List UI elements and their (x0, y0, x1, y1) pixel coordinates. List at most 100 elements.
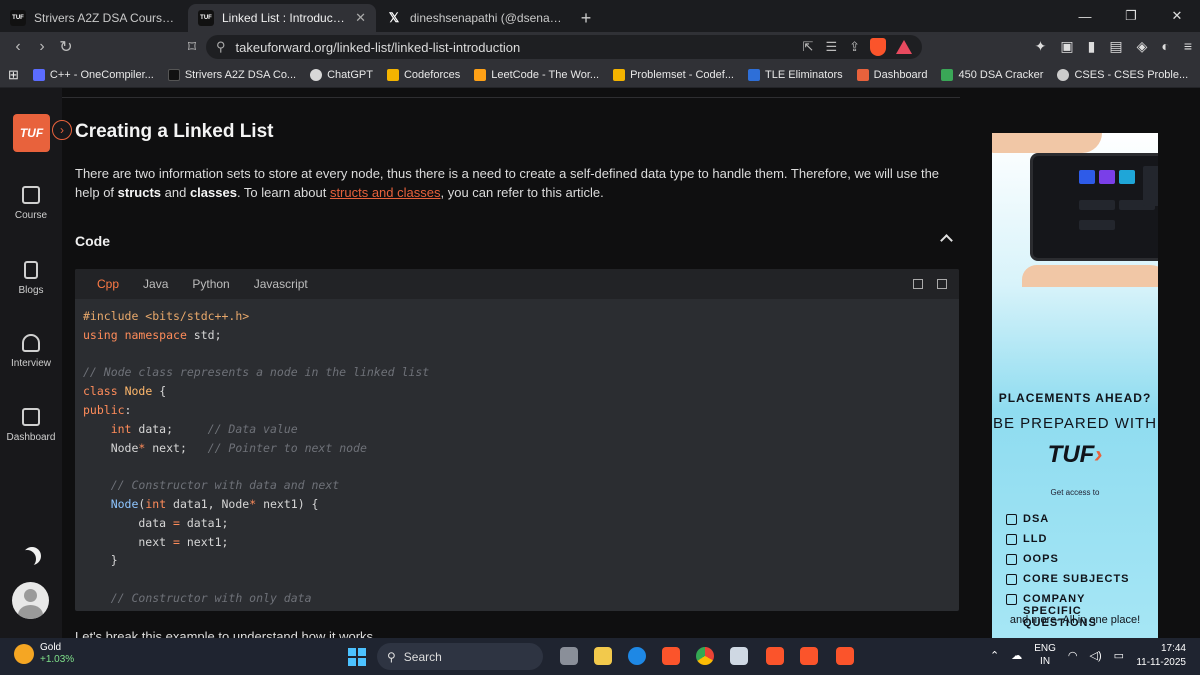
reader-mode-icon[interactable]: ☰ (825, 39, 837, 55)
forward-icon[interactable]: › (30, 38, 54, 56)
sidebar-item-course[interactable]: Course (0, 186, 62, 221)
vpn-icon[interactable]: ◈ (1137, 38, 1148, 55)
search-icon: ⚲ (387, 649, 396, 664)
bookmark-codeforces[interactable]: Codeforces (386, 68, 460, 81)
tab-javascript[interactable]: Javascript (242, 269, 320, 299)
theme-toggle-icon[interactable] (18, 550, 36, 568)
sidebar-item-interview[interactable]: Interview (0, 334, 62, 369)
reload-icon[interactable]: ↻ (54, 37, 78, 57)
bookmark-dashboard[interactable]: Dashboard (856, 68, 927, 81)
ad-subhead: BE PREPARED WITH (992, 415, 1158, 432)
taskbar-search[interactable]: ⚲ Search (377, 643, 543, 670)
apps-grid-icon[interactable]: ⊞ (8, 67, 19, 83)
share-icon[interactable]: ⇪ (849, 39, 860, 55)
minimize-icon[interactable]: — (1062, 9, 1108, 24)
tab-java[interactable]: Java (131, 269, 180, 299)
interview-icon (22, 334, 40, 352)
tab-strip: TUF Strivers A2Z DSA Course/Sheet - Cra … (0, 0, 1200, 32)
onedrive-icon[interactable]: ☁ (1011, 649, 1022, 662)
tab-x-profile[interactable]: 𝕏 dineshsenapathi (@dsenapathi4) / X (376, 4, 572, 32)
close-tab-icon[interactable]: ✕ (355, 10, 366, 26)
sidebar-item-dashboard[interactable]: Dashboard (0, 408, 62, 443)
x-logo-icon: 𝕏 (388, 10, 400, 25)
close-window-icon[interactable]: ✕ (1154, 8, 1200, 24)
tuf-ad-banner[interactable]: PLACEMENTS AHEAD? BE PREPARED WITH TUF› … (992, 133, 1158, 638)
copy-icon[interactable] (913, 279, 923, 289)
tab-cpp[interactable]: Cpp (85, 269, 131, 299)
hand-image (1022, 265, 1158, 287)
tray-overflow-icon[interactable]: ⌃ (990, 649, 999, 662)
edge-icon[interactable] (628, 647, 646, 665)
task-view-icon[interactable] (560, 647, 578, 665)
brave-profile-icon[interactable] (836, 647, 854, 665)
screenshot-icon[interactable]: ▣ (1060, 38, 1073, 55)
bookmark-page-icon[interactable]: ⌑ (180, 37, 204, 57)
language-tabs: Cpp Java Python Javascript (75, 269, 959, 299)
new-tab-button[interactable]: + (572, 4, 600, 32)
extensions-icon[interactable]: ✦ (1035, 38, 1047, 55)
page: TUF Course Blogs Interview Dashboard › C… (0, 88, 1200, 638)
site-info-icon[interactable]: ⚲ (216, 39, 226, 55)
avatar[interactable] (12, 582, 49, 619)
windows-taskbar: Gold +1.03% ⚲ Search ⌃ ☁ ENG IN ◠ ◁) ▭ 17:… (0, 638, 1200, 675)
bookmark-strivers[interactable]: Strivers A2Z DSA Co... (167, 68, 296, 81)
site-sidebar: TUF Course Blogs Interview Dashboard (0, 88, 62, 638)
ad-headline: PLACEMENTS AHEAD? (998, 391, 1152, 405)
volume-icon[interactable]: ◁) (1090, 649, 1102, 662)
wallet-icon[interactable]: ▤ (1109, 38, 1122, 55)
brave-profile-icon[interactable] (766, 647, 784, 665)
sidebar-item-blogs[interactable]: Blogs (0, 261, 62, 296)
sidebar-toggle-icon[interactable]: ▮ (1088, 38, 1096, 55)
bookmark-cses[interactable]: CSES - CSES Proble... (1057, 68, 1188, 81)
brave-shields-icon[interactable] (870, 38, 886, 56)
wifi-icon[interactable]: ◠ (1068, 649, 1078, 662)
tab-strivers[interactable]: TUF Strivers A2Z DSA Course/Sheet - Cra (0, 4, 188, 32)
code-line: int data; // Data value (110, 421, 298, 436)
address-toolbar: ‹ › ↻ ⌑ ⚲ takeuforward.org/linked-list/l… (0, 32, 1200, 62)
leo-ai-icon[interactable]: ◐ (1161, 38, 1169, 55)
input-language[interactable]: ENG IN (1034, 642, 1056, 668)
bookmark-leetcode[interactable]: LeetCode - The Wor... (474, 68, 599, 81)
bookmark-tle[interactable]: TLE Eliminators (748, 68, 843, 81)
brave-profile-icon[interactable] (800, 647, 818, 665)
checkbox-icon (1006, 514, 1017, 525)
expand-icon[interactable] (937, 279, 947, 289)
code-line: next = next1; (83, 534, 229, 549)
restore-icon[interactable]: ❐ (1108, 8, 1154, 24)
tab-python[interactable]: Python (180, 269, 241, 299)
address-bar[interactable]: ⚲ takeuforward.org/linked-list/linked-li… (206, 35, 922, 59)
ad-brand-logo: TUF› (1047, 441, 1103, 468)
widgets-button[interactable]: Gold +1.03% (14, 642, 74, 666)
divider (62, 97, 960, 98)
battery-icon[interactable]: ▭ (1114, 649, 1124, 662)
tuf-favicon-icon: TUF (198, 10, 214, 26)
open-external-icon[interactable]: ⇱ (803, 39, 814, 55)
back-icon[interactable]: ‹ (6, 38, 30, 56)
menu-icon[interactable]: ≡ (1184, 38, 1192, 55)
tuf-logo[interactable]: TUF (13, 114, 50, 152)
bookmark-onecompiler[interactable]: C++ - OneCompiler... (32, 68, 154, 81)
code-line: public: (83, 402, 132, 417)
code-block: Cpp Java Python Javascript #include <bit… (75, 269, 959, 611)
keyboard-icon[interactable] (730, 647, 748, 665)
chrome-icon[interactable] (696, 647, 714, 665)
chevron-up-icon[interactable] (940, 234, 953, 247)
brave-icon[interactable] (662, 647, 680, 665)
brave-rewards-icon[interactable] (896, 40, 912, 54)
clock[interactable]: 17:44 11-11-2025 (1136, 642, 1186, 670)
code-line: // Constructor with only data (110, 590, 312, 605)
tab-linked-list[interactable]: TUF Linked List : Introduction - Tutori … (188, 4, 376, 32)
code-line: class Node { (83, 384, 167, 399)
tablet-image (1030, 153, 1158, 261)
bookmark-450[interactable]: 450 DSA Cracker (941, 68, 1043, 81)
hand-image (992, 133, 1102, 153)
file-explorer-icon[interactable] (594, 647, 612, 665)
url-text[interactable]: takeuforward.org/linked-list/linked-list… (236, 40, 793, 55)
bookmark-problemset[interactable]: Problemset - Codef... (613, 68, 734, 81)
structs-classes-link[interactable]: structs and classes (330, 185, 441, 200)
list-item: DSA (1006, 513, 1146, 525)
code-line: } (83, 553, 118, 568)
start-button[interactable] (348, 648, 366, 666)
bookmark-chatgpt[interactable]: ChatGPT (310, 68, 373, 81)
